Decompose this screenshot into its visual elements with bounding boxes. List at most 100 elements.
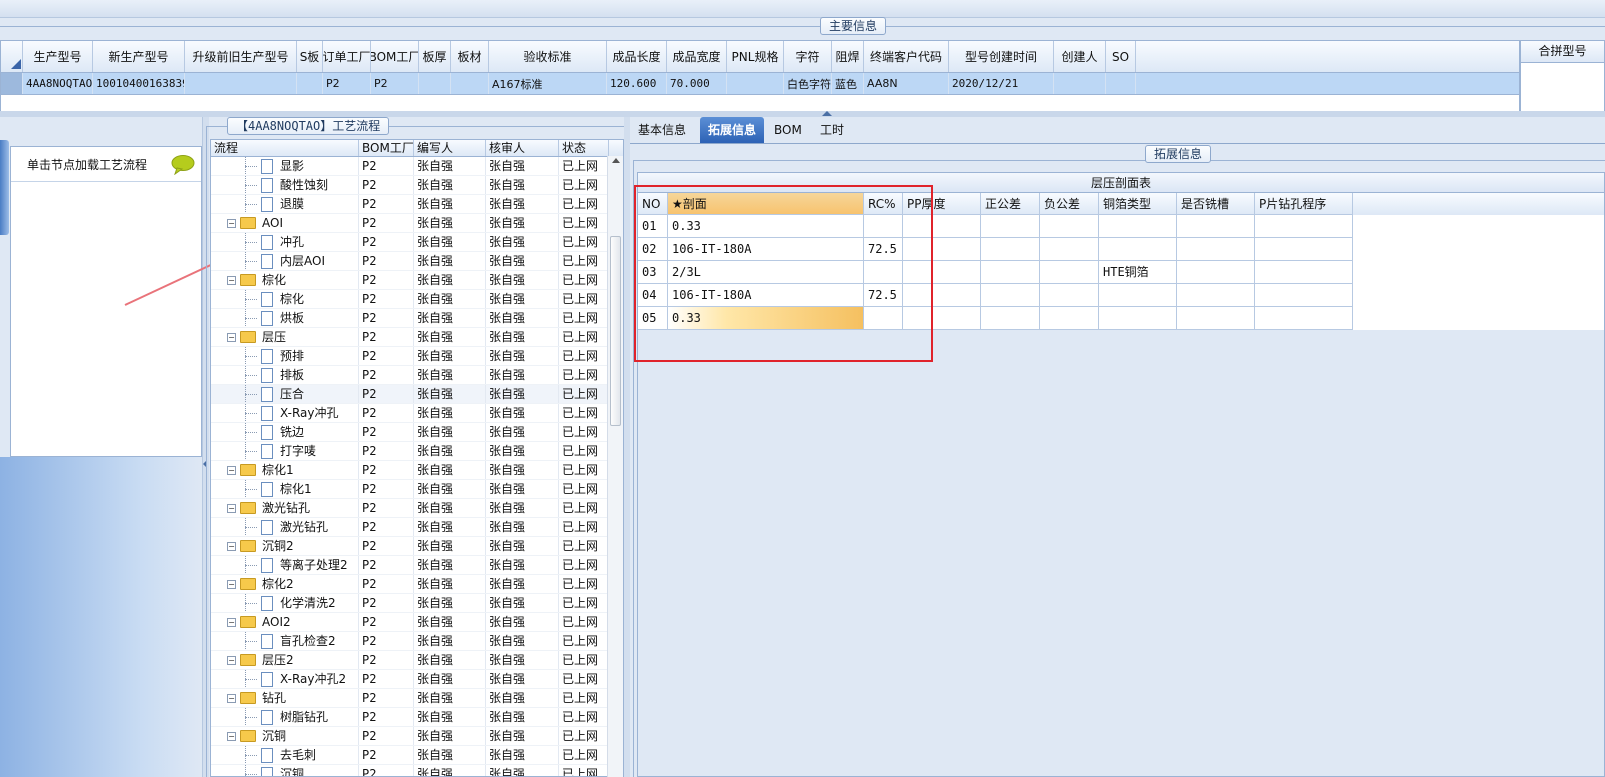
main-grid-cell[interactable] [297, 73, 323, 94]
tree-row[interactable]: 烘板 P2 张自强 张自强 已上网 [211, 309, 623, 328]
merge-model-panel[interactable]: 合拼型号 [1520, 40, 1605, 112]
tree-node[interactable]: − 棕化 [211, 271, 359, 289]
tree-row[interactable]: 冲孔 P2 张自强 张自强 已上网 [211, 233, 623, 252]
collapse-minus-icon[interactable]: − [227, 617, 236, 627]
tree-cell-writer[interactable]: 张自强 [414, 632, 486, 650]
tree-row[interactable]: − 层压 P2 张自强 张自强 已上网 [211, 328, 623, 347]
tree-row[interactable]: − 沉铜2 P2 张自强 张自强 已上网 [211, 537, 623, 556]
main-grid-cell[interactable]: 10010400163839 [93, 73, 185, 94]
main-grid-cell[interactable]: A167标准 [489, 73, 607, 94]
tree-cell-writer[interactable]: 张自强 [414, 480, 486, 498]
tree-cell-writer[interactable]: 张自强 [414, 537, 486, 555]
collapse-minus-icon[interactable]: − [227, 275, 236, 285]
tree-cell-reviewer[interactable]: 张自强 [486, 708, 559, 726]
main-grid-cell[interactable]: 4AA8NOQTAO [23, 73, 93, 94]
layer-cell[interactable] [1255, 261, 1353, 284]
main-grid-cell[interactable]: AA8N [864, 73, 949, 94]
tree-row[interactable]: 去毛刺 P2 张自强 张自强 已上网 [211, 746, 623, 765]
layer-cell[interactable] [1040, 238, 1099, 261]
tree-cell-factory[interactable]: P2 [359, 309, 414, 327]
tree-cell-writer[interactable]: 张自强 [414, 176, 486, 194]
tree-row[interactable]: 预排 P2 张自强 张自强 已上网 [211, 347, 623, 366]
tree-column-header[interactable]: 核审人 [486, 140, 559, 156]
tree-cell-writer[interactable]: 张自强 [414, 518, 486, 536]
layer-column-header[interactable]: 是否铣槽 [1177, 193, 1255, 215]
main-grid-column-header[interactable]: 阻焊 [832, 41, 864, 72]
tree-cell-status[interactable]: 已上网 [559, 518, 609, 536]
tree-cell-status[interactable]: 已上网 [559, 366, 609, 384]
main-grid-column-header[interactable]: 成品长度 [607, 41, 667, 72]
tab-extended-info[interactable]: 拓展信息 [700, 117, 765, 143]
tree-row[interactable]: 内层AOI P2 张自强 张自强 已上网 [211, 252, 623, 271]
tree-cell-writer[interactable]: 张自强 [414, 727, 486, 745]
tree-node[interactable]: 冲孔 [211, 233, 359, 251]
main-info-grid[interactable]: 生产型号 新生产型号 升级前旧生产型号 S板 订单工厂 BOM工厂 板厚 板材 验收标准 成品长度… [0, 40, 1520, 112]
tree-cell-writer[interactable]: 张自强 [414, 765, 486, 776]
layer-cell[interactable] [1177, 215, 1255, 238]
tree-cell-status[interactable]: 已上网 [559, 689, 609, 707]
tree-cell-status[interactable]: 已上网 [559, 727, 609, 745]
tree-node[interactable]: − 沉铜 [211, 727, 359, 745]
process-tree-grid[interactable]: 流程 BOM工厂 编写人 核审人 状态 显影 P2 张自强 张自强 已上网 酸性蚀刻 P2 张自强 张自… [210, 139, 624, 777]
layer-cell[interactable]: HTE铜箔 [1099, 261, 1177, 284]
tree-row[interactable]: 棕化1 P2 张自强 张自强 已上网 [211, 480, 623, 499]
collapse-minus-icon[interactable]: − [227, 731, 236, 741]
tree-row[interactable]: − AOI P2 张自强 张自强 已上网 [211, 214, 623, 233]
tree-cell-status[interactable]: 已上网 [559, 499, 609, 517]
tree-cell-writer[interactable]: 张自强 [414, 689, 486, 707]
tree-row[interactable]: 化学清洗2 P2 张自强 张自强 已上网 [211, 594, 623, 613]
tree-node[interactable]: 树脂钻孔 [211, 708, 359, 726]
tree-row[interactable]: 铣边 P2 张自强 张自强 已上网 [211, 423, 623, 442]
tree-cell-status[interactable]: 已上网 [559, 746, 609, 764]
layer-cell[interactable] [1040, 215, 1099, 238]
tree-cell-factory[interactable]: P2 [359, 689, 414, 707]
tree-node[interactable]: − 激光钻孔 [211, 499, 359, 517]
tree-cell-writer[interactable]: 张自强 [414, 366, 486, 384]
collapse-minus-icon[interactable]: − [227, 541, 236, 551]
main-grid-cell[interactable]: P2 [323, 73, 371, 94]
process-tree-body[interactable]: 显影 P2 张自强 张自强 已上网 酸性蚀刻 P2 张自强 张自强 已上网 退膜 P2 张自强 张自强 已上… [211, 157, 623, 776]
tree-cell-factory[interactable]: P2 [359, 556, 414, 574]
tree-cell-reviewer[interactable]: 张自强 [486, 366, 559, 384]
tree-cell-status[interactable]: 已上网 [559, 195, 609, 213]
tree-cell-status[interactable]: 已上网 [559, 385, 609, 403]
tree-node[interactable]: − 棕化1 [211, 461, 359, 479]
tree-cell-factory[interactable]: P2 [359, 271, 414, 289]
tree-cell-writer[interactable]: 张自强 [414, 670, 486, 688]
main-grid-column-header[interactable]: S板 [297, 41, 323, 72]
main-grid-column-header[interactable]: 型号创建时间 [949, 41, 1054, 72]
row-indicator[interactable] [1, 73, 23, 94]
layer-cell[interactable] [1255, 238, 1353, 261]
tree-cell-status[interactable]: 已上网 [559, 404, 609, 422]
tree-cell-writer[interactable]: 张自强 [414, 252, 486, 270]
tab-work-hours[interactable]: 工时 [812, 117, 852, 143]
main-grid-selected-row[interactable]: 4AA8NOQTAO 10010400163839 P2 P2 A167标准 120.60… [1, 73, 1519, 95]
tree-cell-reviewer[interactable]: 张自强 [486, 556, 559, 574]
main-grid-cell[interactable] [419, 73, 451, 94]
tree-cell-reviewer[interactable]: 张自强 [486, 214, 559, 232]
tree-cell-reviewer[interactable]: 张自强 [486, 404, 559, 422]
main-grid-cell[interactable] [1106, 73, 1136, 94]
layer-cell[interactable] [981, 307, 1040, 330]
tree-cell-status[interactable]: 已上网 [559, 214, 609, 232]
tree-row[interactable]: 沉铜 P2 张自强 张自强 已上网 [211, 765, 623, 776]
tree-node[interactable]: 铣边 [211, 423, 359, 441]
collapse-minus-icon[interactable]: − [227, 465, 236, 475]
layer-cell[interactable] [1177, 261, 1255, 284]
tree-cell-factory[interactable]: P2 [359, 233, 414, 251]
layer-cell[interactable] [1255, 215, 1353, 238]
tree-cell-status[interactable]: 已上网 [559, 157, 609, 175]
tree-row[interactable]: − 棕化2 P2 张自强 张自强 已上网 [211, 575, 623, 594]
tree-cell-status[interactable]: 已上网 [559, 176, 609, 194]
tree-node[interactable]: − 层压 [211, 328, 359, 346]
tree-cell-factory[interactable]: P2 [359, 518, 414, 536]
tree-cell-reviewer[interactable]: 张自强 [486, 195, 559, 213]
main-grid-cell[interactable] [451, 73, 489, 94]
tree-node[interactable]: 化学清洗2 [211, 594, 359, 612]
tree-cell-status[interactable]: 已上网 [559, 423, 609, 441]
tree-cell-status[interactable]: 已上网 [559, 575, 609, 593]
tree-cell-reviewer[interactable]: 张自强 [486, 290, 559, 308]
tree-node[interactable]: 烘板 [211, 309, 359, 327]
tree-cell-reviewer[interactable]: 张自强 [486, 271, 559, 289]
tree-cell-status[interactable]: 已上网 [559, 328, 609, 346]
